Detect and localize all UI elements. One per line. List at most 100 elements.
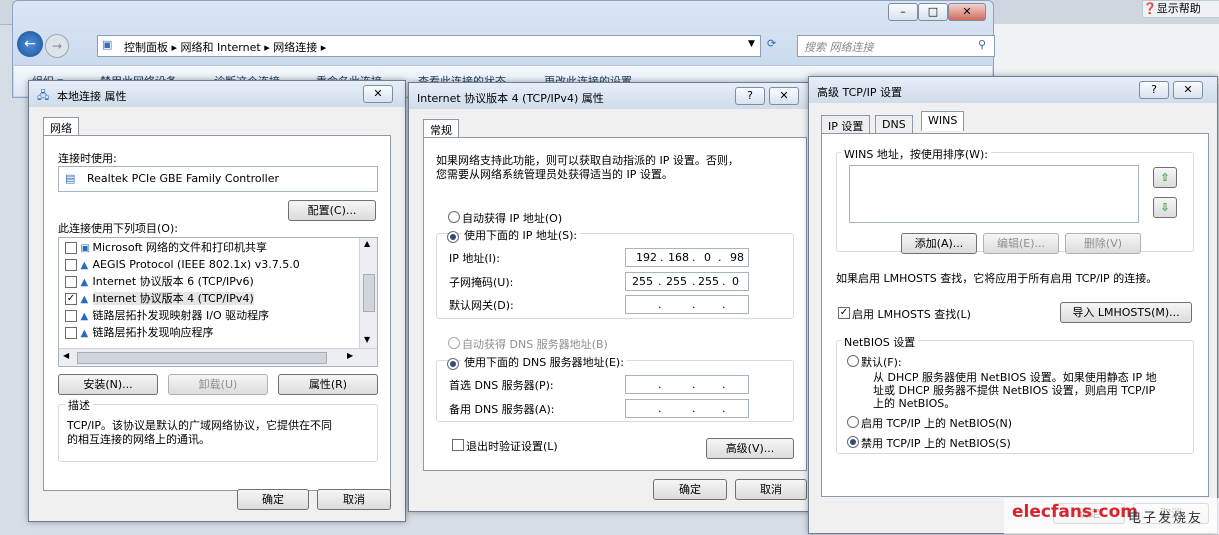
list-item[interactable]: ▲ Internet 协议版本 6 (TCP/IPv6) [65,274,254,290]
enable-lmhosts-checkbox[interactable]: ✓ [838,307,850,319]
hscroll-thumb[interactable] [77,352,327,364]
watermark-brand: elecfans·com [1012,502,1138,522]
dialog1-close-icon[interactable]: ✕ [363,85,393,103]
add-button[interactable]: 添加(A)... [901,233,977,254]
horizontal-scrollbar[interactable]: ◀ ▶ [59,348,377,366]
chevron-down-icon[interactable]: ▼ [748,39,755,49]
adapter-name: Realtek PCIe GBE Family Controller [87,172,280,185]
import-lmhosts-button[interactable]: 导入 LMHOSTS(M)... [1060,302,1192,323]
item-label: 链路层拓扑发现映射器 I/O 驱动程序 [92,309,270,322]
adapter-icon: ▤ [65,172,76,185]
ip-octet-4: 98 [730,251,744,264]
list-item[interactable]: ▲ 链路层拓扑发现响应程序 [65,325,214,341]
mask-label: 子网掩码(U): [449,276,514,289]
manual-ip-radio[interactable] [447,231,459,243]
breadcrumb-control-panel[interactable]: 控制面板 [124,41,168,54]
ip-dot: . [658,298,662,311]
disable-netbios-radio[interactable] [847,436,859,448]
auto-ip-radio[interactable] [448,211,460,223]
breadcrumb-network-internet[interactable]: 网络和 Internet [181,41,261,54]
alternate-dns-field[interactable]: . . . [625,399,749,418]
forward-icon[interactable]: → [45,34,69,58]
dialog2-help-icon[interactable]: ? [735,87,765,105]
description-group: 描述 TCP/IP。该协议是默认的广域网络协议，它提供在不同 的相互连接的网络上… [58,397,378,462]
close-icon[interactable]: ✕ [948,3,986,21]
help-label: 显示帮助 [1156,2,1201,15]
vertical-scrollbar[interactable]: ▲ ▼ [359,238,377,348]
checkbox[interactable] [65,327,77,339]
list-item[interactable]: ▲ 链路层拓扑发现映射器 I/O 驱动程序 [65,308,269,324]
intro-line-2: 您需要从网络系统管理员处获得适当的 IP 设置。 [436,168,673,181]
dialog2-title: Internet 协议版本 4 (TCP/IPv4) 属性 [417,92,604,105]
tab-dns[interactable]: DNS [875,115,913,133]
validate-checkbox[interactable] [452,439,464,451]
move-down-icon[interactable]: ⇩ [1153,197,1177,218]
refresh-icon[interactable]: ⟳ [767,37,776,50]
help-button[interactable]: ❓显示帮助 [1142,0,1219,18]
move-up-icon[interactable]: ⇧ [1153,167,1177,188]
list-item[interactable]: ▣ Microsoft 网络的文件和打印机共享 [65,240,267,256]
tab-wins[interactable]: WINS [921,111,965,131]
dialog2-close-icon[interactable]: ✕ [769,87,799,105]
ok-button[interactable]: 确定 [653,479,727,500]
local-connection-properties-dialog: 🖧 本地连接 属性 ✕ 网络 连接时使用: ▤ Realtek PCIe GBE… [28,80,406,522]
search-input[interactable]: 搜索 网络连接 ⚲ [797,35,995,57]
wins-group: WINS 地址，按使用排序(W): ⇧ ⇩ 添加(A)... 编辑(E)... … [836,146,1194,254]
dialog3-close-icon[interactable]: ✕ [1173,81,1203,99]
disable-netbios-label: 禁用 TCP/IP 上的 NetBIOS(S) [861,437,1011,450]
gateway-field[interactable]: . . . [625,295,749,314]
ip-dot: . [718,251,722,264]
configure-button[interactable]: 配置(C)... [288,200,376,221]
dialog1-titlebar: 🖧 本地连接 属性 ✕ [29,81,405,107]
checkbox[interactable] [65,259,77,271]
search-icon: ⚲ [978,38,987,51]
auto-ip-label: 自动获得 IP 地址(O) [462,212,563,225]
cancel-button[interactable]: 取消 [317,489,391,510]
watermark-cn: 电子发烧友 [1128,511,1204,526]
netbios-default-label: 默认(F): [861,356,902,369]
ip-dot: . [660,251,664,264]
enable-netbios-radio[interactable] [847,416,859,428]
auto-dns-radio [448,337,460,349]
install-button[interactable]: 安装(N)... [58,374,158,395]
minimize-icon[interactable]: – [888,3,918,21]
scroll-up-icon[interactable]: ▲ [364,239,370,248]
wins-address-list[interactable] [849,165,1139,223]
components-list[interactable]: ▣ Microsoft 网络的文件和打印机共享 ▲ AEGIS Protocol (… [58,237,378,367]
maximize-icon[interactable]: □ [918,3,948,21]
manual-dns-radio[interactable] [447,358,459,370]
scroll-right-icon[interactable]: ▶ [347,351,353,360]
gateway-label: 默认网关(D): [449,299,514,312]
scroll-down-icon[interactable]: ▼ [364,335,370,344]
ip-dot: . [722,402,726,415]
scroll-thumb[interactable] [363,274,375,312]
items-label: 此连接使用下列项目(O): [58,222,178,235]
search-placeholder: 搜索 网络连接 [804,41,874,54]
checkbox-checked[interactable]: ✓ [65,293,77,305]
list-item[interactable]: ▲ AEGIS Protocol (IEEE 802.1x) v3.7.5.0 [65,257,300,273]
computer-icon: ▣ [80,243,90,254]
ip-address-field[interactable]: 192 . 168 . 0 . 98 [625,248,749,267]
checkbox[interactable] [65,276,77,288]
netbios-desc-line-3: 上的 NetBIOS。 [873,397,956,410]
breadcrumb-network-connections[interactable]: 网络连接 [273,41,317,54]
preferred-dns-field[interactable]: . . . [625,375,749,394]
breadcrumb: 控制面板 ▸ 网络和 Internet ▸ 网络连接 ▸ [124,41,327,54]
scroll-left-icon[interactable]: ◀ [63,351,69,360]
properties-button[interactable]: 属性(R) [278,374,378,395]
advanced-button[interactable]: 高级(V)... [706,438,794,459]
ok-button[interactable]: 确定 [237,489,309,510]
list-item[interactable]: ✓ ▲ Internet 协议版本 4 (TCP/IPv4) [65,291,254,307]
subnet-mask-field[interactable]: 255 . 255 . 255 . 0 [625,272,749,291]
netbios-default-radio[interactable] [847,355,859,367]
protocol-icon: ▲ [80,294,89,305]
address-bar[interactable]: ▣ 控制面板 ▸ 网络和 Internet ▸ 网络连接 ▸ ▼ [97,35,761,57]
cancel-button[interactable]: 取消 [735,479,807,500]
dialog3-help-icon[interactable]: ? [1139,81,1169,99]
preferred-dns-label: 首选 DNS 服务器(P): [449,379,554,392]
manual-ip-label: 使用下面的 IP 地址(S): [461,227,581,243]
ip-dot: . [692,378,696,391]
checkbox[interactable] [65,310,77,322]
back-icon[interactable]: ← [17,31,43,57]
checkbox[interactable] [65,242,77,254]
